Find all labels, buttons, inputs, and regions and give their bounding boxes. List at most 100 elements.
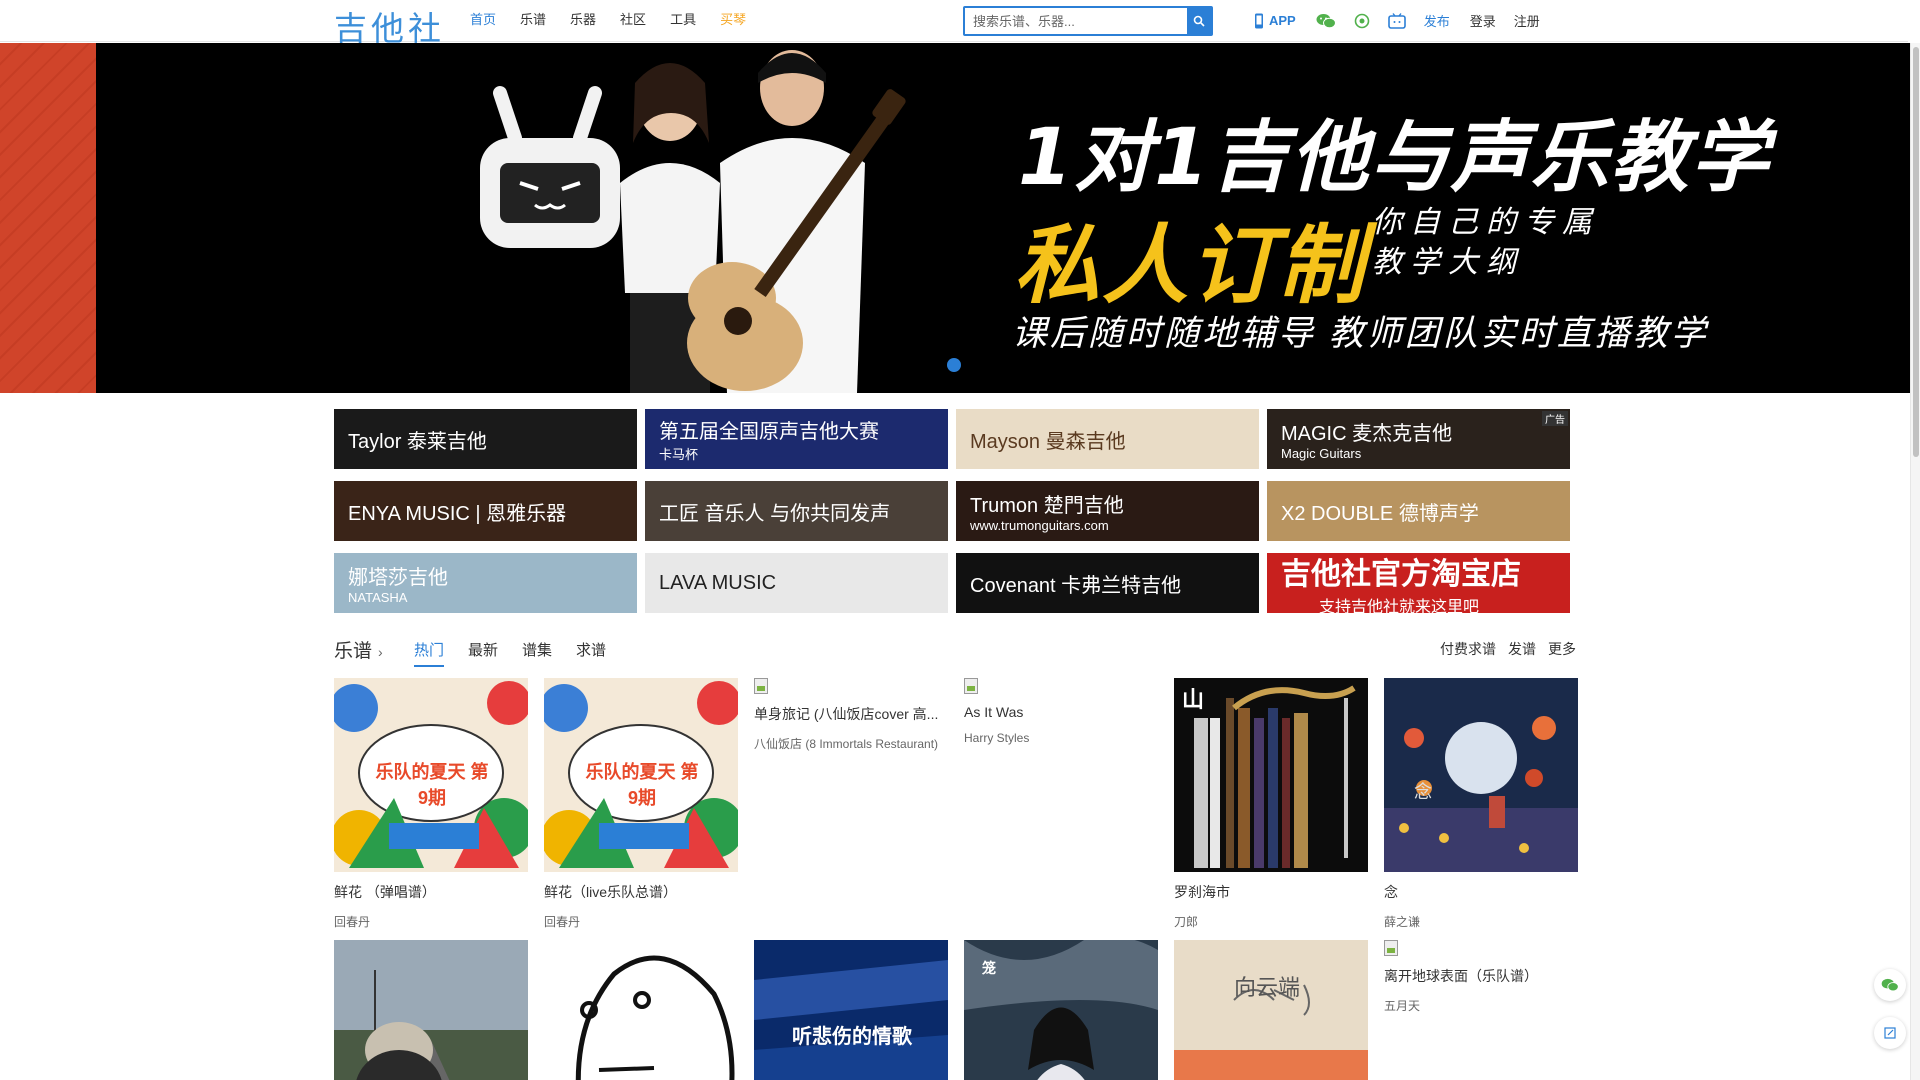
cover-image (1384, 678, 1578, 872)
sponsor-ad-text: 娜塔莎吉他 (348, 567, 448, 589)
card-title[interactable]: 鲜花（live乐队总谱） (544, 882, 738, 902)
section-link[interactable]: 发谱 (1508, 639, 1536, 659)
bilibili-link[interactable] (1387, 12, 1406, 29)
card-title[interactable]: 离开地球表面（乐队谱） (1384, 966, 1578, 986)
card-thumbnail[interactable]: 乐队的夏天 第9期 (334, 678, 528, 872)
publish-link[interactable]: 发布 (1424, 11, 1450, 30)
cover-text: 笼 (982, 960, 996, 976)
section-link[interactable]: 付费求谱 (1440, 639, 1496, 659)
cover-text: 乐队的夏天 第9期 (585, 762, 699, 808)
card-thumbnail[interactable] (334, 940, 528, 1080)
sheet-music-card[interactable]: 乐队的夏天 第9期鲜花 （弹唱谱） 回春丹 (334, 678, 528, 930)
section-link[interactable]: 更多 (1548, 639, 1576, 659)
banner-tagline: 课后随时随地辅导 教师团队实时直播教学 (1012, 314, 1709, 353)
section-tab[interactable]: 最新 (468, 639, 498, 667)
sponsor-ad[interactable]: Covenant 卡弗兰特吉他 (956, 553, 1259, 613)
section-title[interactable]: 乐谱 › (334, 636, 383, 663)
weibo-link[interactable] (1354, 13, 1370, 29)
card-artist[interactable]: 刀郎 (1174, 913, 1368, 930)
broken-image-icon (754, 678, 768, 694)
sheet-music-card[interactable] (544, 940, 738, 1080)
banner-photo (480, 50, 906, 393)
nav-item[interactable]: 乐器 (570, 11, 596, 29)
sheet-music-card[interactable]: 笼 (964, 940, 1158, 1080)
carousel-dot[interactable] (947, 358, 961, 372)
cover-image (1174, 940, 1368, 1080)
sheet-music-card[interactable]: 向云端 (1174, 940, 1368, 1080)
sponsor-ad[interactable]: MAGIC 麦杰克吉他 Magic Guitars 广告 (1267, 409, 1570, 469)
card-title[interactable]: As It Was (964, 704, 1158, 720)
sponsor-ad-text: ENYA MUSIC | 恩雅乐器 (348, 502, 567, 525)
header-actions: APP 发布 登录 注册 (1254, 11, 1558, 30)
card-artist[interactable]: 回春丹 (544, 913, 738, 930)
search-input[interactable] (965, 8, 1187, 34)
ad-badge: 广告 (1542, 411, 1568, 426)
tv-mascot-icon (480, 86, 620, 248)
card-thumbnail[interactable]: 向云端 (1174, 940, 1368, 1080)
nav-item[interactable]: 首页 (470, 11, 496, 29)
sheet-music-card[interactable]: 乐队的夏天 第9期鲜花（live乐队总谱） 回春丹 (544, 678, 738, 930)
sponsor-ad[interactable]: 第五届全国原声吉他大赛 卡马杯 (645, 409, 948, 469)
float-wechat-button[interactable] (1874, 969, 1906, 1001)
sponsor-ad[interactable]: ENYA MUSIC | 恩雅乐器 (334, 481, 637, 541)
app-label: APP (1269, 13, 1296, 28)
app-link[interactable]: APP (1254, 13, 1296, 29)
sheet-music-card[interactable] (334, 940, 528, 1080)
sheet-music-card[interactable]: 离开地球表面（乐队谱） 五月天 (1384, 940, 1578, 1014)
sponsor-ad[interactable]: Mayson 曼森吉他 (956, 409, 1259, 469)
card-artist[interactable]: 回春丹 (334, 913, 528, 930)
sponsor-ad[interactable]: X2 DOUBLE 德博声学 (1267, 481, 1570, 541)
section-tab[interactable]: 热门 (414, 639, 445, 667)
card-title[interactable]: 鲜花 （弹唱谱） (334, 882, 528, 902)
sponsor-ad-text: Covenant 卡弗兰特吉他 (970, 574, 1182, 597)
broken-image-icon (1384, 940, 1398, 956)
card-title[interactable]: 单身旅记 (八仙饭店cover 高... (754, 704, 948, 724)
edit-icon (1884, 1027, 1896, 1039)
scrollbar-thumb[interactable] (1913, 47, 1919, 457)
sheet-music-card[interactable]: As It Was Harry Styles (964, 678, 1158, 745)
float-feedback-button[interactable] (1874, 1017, 1906, 1049)
login-link[interactable]: 登录 (1470, 11, 1496, 30)
sponsor-ad-text: Taylor 泰莱吉他 (348, 430, 487, 453)
card-thumbnail[interactable]: 笼 (964, 940, 1158, 1080)
card-thumbnail[interactable]: 听悲伤的情歌 (754, 940, 948, 1080)
card-artist[interactable]: Harry Styles (964, 731, 1158, 745)
hero-banner[interactable]: 1对1吉他与声乐教学 私人订制 你自己的专属 教学大纲 课后随时随地辅导 教师团… (0, 43, 1910, 393)
sponsor-ad[interactable]: 工匠 音乐人 与你共同发声 (645, 481, 948, 541)
page-scrollbar[interactable] (1910, 43, 1920, 1080)
search-icon (1193, 15, 1205, 27)
section-tab[interactable]: 求谱 (576, 639, 606, 667)
nav-item[interactable]: 工具 (670, 11, 696, 29)
sheet-music-card[interactable]: 山罗刹海市 刀郎 (1174, 678, 1368, 930)
nav-item[interactable]: 买琴 (720, 11, 746, 29)
search-button[interactable] (1187, 8, 1211, 34)
sponsor-ad[interactable]: 吉他社官方淘宝店 支持吉他社就来这里吧 (1267, 553, 1570, 613)
card-artist[interactable]: 八仙饭店 (8 Immortals Restaurant) (754, 735, 948, 752)
card-thumbnail[interactable]: 乐队的夏天 第9期 (544, 678, 738, 872)
sheet-music-card[interactable]: 单身旅记 (八仙饭店cover 高... 八仙饭店 (8 Immortals Re… (754, 678, 948, 752)
wechat-icon (1881, 978, 1899, 992)
search-box (963, 6, 1213, 36)
register-link[interactable]: 注册 (1514, 11, 1540, 30)
banner-subtext: 你自己的专属 教学大纲 (1372, 203, 1600, 283)
sponsor-ad[interactable]: Taylor 泰莱吉他 (334, 409, 637, 469)
section-links: 付费求谱 发谱 更多 (1428, 639, 1576, 659)
card-title[interactable]: 念 (1384, 882, 1578, 902)
card-artist[interactable]: 五月天 (1384, 997, 1578, 1014)
circle-logo-icon (1354, 13, 1370, 28)
sponsor-ad-text: 工匠 音乐人 与你共同发声 (659, 502, 891, 525)
wechat-link[interactable] (1316, 13, 1336, 29)
card-thumbnail[interactable] (544, 940, 738, 1080)
card-title[interactable]: 罗刹海市 (1174, 882, 1368, 902)
card-thumbnail[interactable]: 念 (1384, 678, 1578, 872)
sheet-music-card[interactable]: 听悲伤的情歌 (754, 940, 948, 1080)
section-tab[interactable]: 谱集 (522, 639, 552, 667)
sponsor-ad[interactable]: Trumon 楚門吉他 www.trumonguitars.com (956, 481, 1259, 541)
card-thumbnail[interactable]: 山 (1174, 678, 1368, 872)
sponsor-ad[interactable]: LAVA MUSIC (645, 553, 948, 613)
nav-item[interactable]: 乐谱 (520, 11, 546, 29)
nav-item[interactable]: 社区 (620, 11, 646, 29)
sponsor-ad[interactable]: 娜塔莎吉他 NATASHA (334, 553, 637, 613)
card-artist[interactable]: 薛之谦 (1384, 913, 1578, 930)
sheet-music-card[interactable]: 念念薛之谦 (1384, 678, 1578, 930)
